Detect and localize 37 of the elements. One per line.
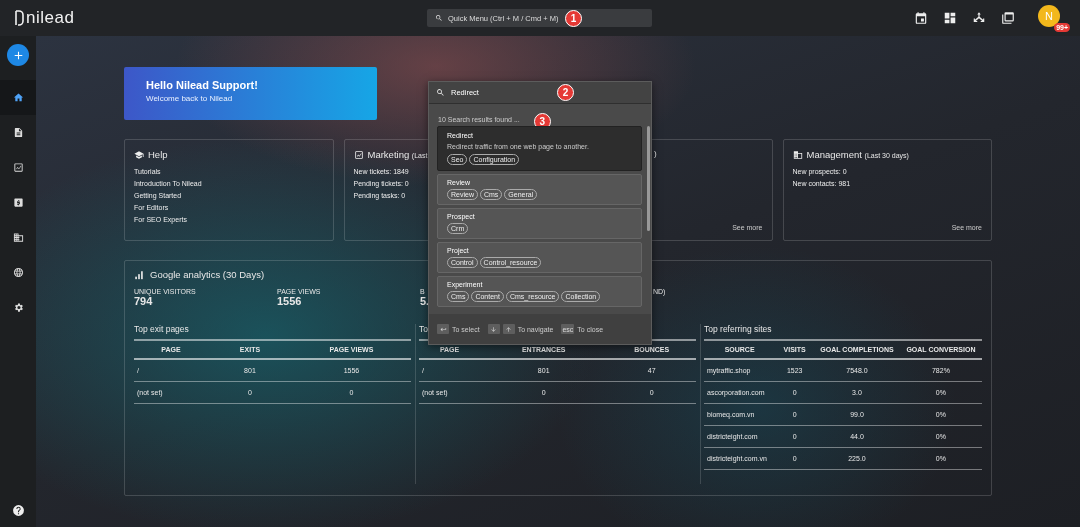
logo-icon [14, 10, 24, 26]
building-icon [12, 232, 24, 243]
table-title: Top referring sites [704, 324, 772, 336]
calendar-icon[interactable] [914, 11, 928, 25]
network-icon[interactable] [972, 11, 986, 25]
enter-key-icon [437, 324, 449, 334]
graduation-cap-icon [134, 149, 144, 160]
search-icon [436, 88, 445, 97]
welcome-subtitle: Welcome back to Nilead [146, 94, 234, 103]
annotation-marker: 2 [557, 84, 574, 101]
document-icon [12, 127, 24, 138]
metric-value: 794 [134, 295, 153, 307]
search-icon [435, 14, 443, 22]
bar-signal-icon [134, 269, 144, 280]
down-key-icon [487, 324, 500, 334]
building-icon [792, 149, 803, 160]
annotation-marker: 1 [565, 9, 582, 27]
card-title: ) [653, 149, 658, 158]
globe-icon [12, 267, 24, 278]
table-title: Top exit pages [134, 324, 189, 336]
table-title: To [419, 324, 428, 336]
settings-icon [12, 302, 24, 313]
dollar-icon [12, 197, 24, 208]
welcome-title: Hello Nilead Support! [146, 79, 259, 91]
panel-title: Google analytics (30 Days) [150, 269, 265, 280]
home-icon [12, 92, 24, 103]
help-icon[interactable] [11, 504, 25, 517]
card-title: Help [148, 149, 168, 160]
windows-icon[interactable] [1001, 11, 1015, 25]
dashboard-icon[interactable] [943, 11, 957, 25]
logo-text: nilead [26, 8, 75, 28]
metric-value: 5. [420, 295, 430, 307]
chart-icon [353, 149, 364, 160]
metric-value: 1556 [277, 295, 302, 307]
up-key-icon [502, 324, 515, 334]
chart-icon [12, 162, 24, 173]
add-button[interactable] [7, 44, 29, 66]
